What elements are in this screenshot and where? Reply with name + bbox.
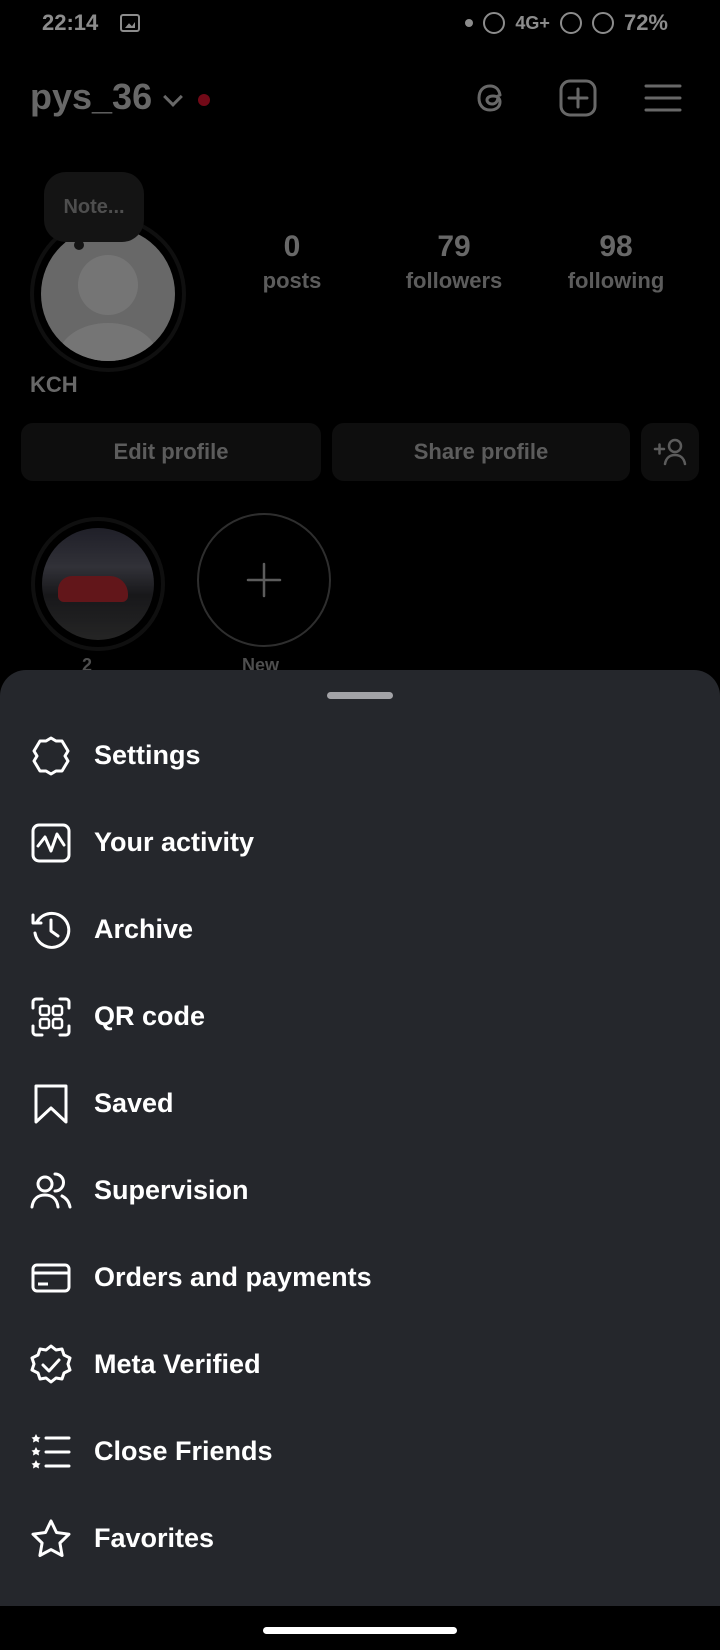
- verified-badge-icon: [30, 1344, 72, 1383]
- system-navigation-bar: [0, 1606, 720, 1650]
- menu-item-label: Favorites: [94, 1523, 215, 1553]
- options-menu: Settings Your activity Archive QR code S…: [0, 712, 720, 1582]
- discover-people-button[interactable]: [641, 423, 699, 481]
- share-profile-button[interactable]: Share profile: [332, 423, 630, 481]
- menu-item-label: Orders and payments: [94, 1262, 372, 1292]
- status-time: 22:14: [42, 10, 99, 35]
- edit-profile-button[interactable]: Edit profile: [21, 423, 321, 481]
- note-bubble[interactable]: Note...: [44, 172, 144, 250]
- menu-item-qr-code[interactable]: QR code: [0, 973, 720, 1060]
- qr-code-icon: [31, 997, 71, 1036]
- activity-icon: [31, 823, 71, 862]
- menu-item-label: Archive: [94, 914, 194, 944]
- home-gesture-handle[interactable]: [263, 1627, 457, 1634]
- supervision-icon: [30, 1172, 72, 1208]
- stat-followers[interactable]: 79 followers: [384, 230, 524, 294]
- battery-percent: 72%: [623, 10, 668, 35]
- options-bottom-sheet: Settings Your activity Archive QR code S…: [0, 670, 720, 1606]
- menu-item-close-friends[interactable]: Close Friends: [0, 1408, 720, 1495]
- menu-item-label: Meta Verified: [94, 1349, 261, 1379]
- drag-handle[interactable]: [327, 692, 393, 699]
- highlight-cover-image: [42, 528, 154, 640]
- vpn-icon: [483, 12, 506, 34]
- signal-icon: [559, 12, 582, 34]
- create-post-icon[interactable]: [558, 78, 598, 118]
- gallery-icon: [120, 14, 140, 32]
- username-switcher[interactable]: pys_36: [30, 76, 152, 118]
- menu-item-settings[interactable]: Settings: [0, 712, 720, 799]
- menu-item-label: Saved: [94, 1088, 174, 1118]
- menu-item-meta-verified[interactable]: Meta Verified: [0, 1321, 720, 1408]
- menu-item-your-activity[interactable]: Your activity: [0, 799, 720, 886]
- menu-item-supervision[interactable]: Supervision: [0, 1147, 720, 1234]
- profile-header: pys_36: [0, 70, 720, 130]
- menu-item-label: QR code: [94, 1001, 206, 1031]
- story-highlight[interactable]: [31, 517, 165, 651]
- threads-icon[interactable]: [472, 78, 512, 118]
- following-label: following: [567, 268, 665, 293]
- unread-dot: [198, 94, 210, 106]
- stat-posts[interactable]: 0 posts: [222, 230, 362, 294]
- followers-count: 79: [437, 230, 471, 263]
- menu-item-saved[interactable]: Saved: [0, 1060, 720, 1147]
- posts-label: posts: [262, 268, 322, 293]
- posts-count: 0: [283, 230, 301, 263]
- plus-icon: [246, 562, 282, 598]
- car-image-shape: [58, 576, 128, 602]
- bookmark-icon: [34, 1084, 68, 1123]
- display-name: KCH: [30, 372, 78, 397]
- close-friends-icon: [31, 1433, 71, 1468]
- status-bar: 22:14 4G+ 72%: [0, 0, 720, 48]
- stat-following[interactable]: 98 following: [546, 230, 686, 294]
- network-type: 4G+: [515, 12, 550, 33]
- following-count: 98: [599, 230, 633, 263]
- notification-dot-icon: [465, 19, 474, 27]
- card-icon: [31, 1263, 71, 1292]
- settings-icon: [32, 736, 70, 775]
- menu-item-label: Settings: [94, 740, 201, 770]
- new-highlight-button[interactable]: [197, 513, 331, 647]
- hamburger-menu-icon[interactable]: [643, 78, 683, 118]
- menu-item-archive[interactable]: Archive: [0, 886, 720, 973]
- menu-item-label: Close Friends: [94, 1436, 273, 1466]
- menu-item-orders-and-payments[interactable]: Orders and payments: [0, 1234, 720, 1321]
- status-icons: 4G+ 72%: [465, 10, 668, 36]
- menu-item-favorites[interactable]: Favorites: [0, 1495, 720, 1582]
- star-icon: [31, 1519, 71, 1557]
- menu-item-label: Supervision: [94, 1175, 249, 1205]
- default-avatar-icon: [41, 227, 175, 361]
- chevron-down-icon[interactable]: [163, 87, 183, 107]
- menu-item-label: Your activity: [94, 827, 255, 857]
- archive-icon: [31, 911, 71, 949]
- followers-label: followers: [405, 268, 503, 293]
- add-person-icon: [653, 438, 687, 466]
- battery-icon: [591, 12, 614, 34]
